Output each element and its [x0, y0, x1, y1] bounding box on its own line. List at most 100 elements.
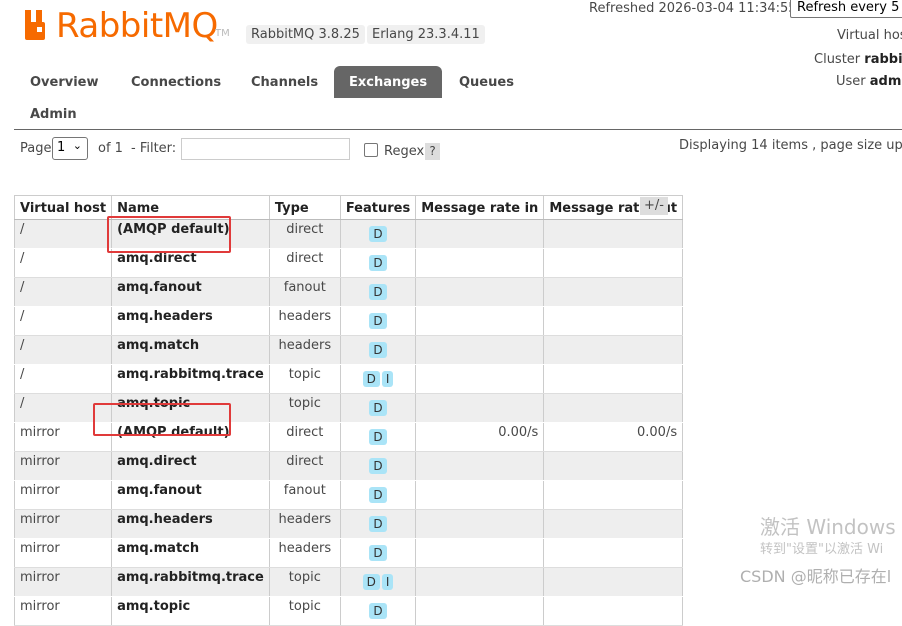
- page-count: of 1: [98, 141, 123, 156]
- rate-out-cell: [543, 567, 684, 597]
- features-cell: DI: [339, 567, 417, 597]
- table-row[interactable]: mirror amq.match headers D: [13, 538, 684, 568]
- exchange-name-link[interactable]: amq.rabbitmq.trace: [111, 364, 270, 394]
- feature-badge: D: [369, 516, 387, 532]
- feature-badge: D: [369, 429, 387, 445]
- feature-badge: D: [362, 371, 380, 387]
- regex-checkbox[interactable]: [364, 143, 378, 157]
- table-row[interactable]: mirror amq.headers headers D: [13, 509, 684, 539]
- filter-label: - Filter:: [131, 141, 177, 156]
- col-features: Features: [339, 195, 417, 220]
- exchange-name-link[interactable]: amq.headers: [111, 509, 270, 539]
- rate-out-cell: [543, 509, 684, 539]
- table-row[interactable]: mirror amq.direct direct D: [13, 451, 684, 481]
- filter-input[interactable]: [181, 138, 350, 160]
- features-cell: D: [339, 306, 417, 336]
- page-select-value: 1: [57, 140, 66, 155]
- tab-overview[interactable]: Overview: [18, 68, 111, 97]
- highlight-box: [107, 216, 231, 253]
- table-row[interactable]: mirror amq.fanout fanout D: [13, 480, 684, 510]
- tab-channels[interactable]: Channels: [239, 68, 330, 97]
- type-cell: headers: [268, 538, 341, 568]
- cluster-name: rabbit: [864, 52, 902, 67]
- rate-in-cell: [415, 277, 545, 307]
- type-cell: topic: [268, 393, 341, 423]
- exchange-name-link[interactable]: amq.direct: [111, 451, 270, 481]
- rate-in-cell: [415, 451, 545, 481]
- type-cell: topic: [268, 364, 341, 394]
- displaying-count: Displaying 14 items , page size up to: [679, 138, 902, 153]
- rate-in-cell: [415, 306, 545, 336]
- rabbitmq-version-badge: RabbitMQ 3.8.25: [246, 25, 365, 44]
- table-row[interactable]: / amq.fanout fanout D: [13, 277, 684, 307]
- vhost-cell: /: [13, 306, 113, 336]
- tab-connections[interactable]: Connections: [119, 68, 233, 97]
- rate-out-cell: [543, 596, 684, 626]
- type-cell: topic: [268, 596, 341, 626]
- exchange-name-link[interactable]: amq.match: [111, 335, 270, 365]
- type-cell: direct: [268, 451, 341, 481]
- logo-tm: TM: [215, 28, 230, 39]
- feature-badge: D: [369, 458, 387, 474]
- rate-in-cell: [415, 335, 545, 365]
- page-select[interactable]: 1 ⌄: [52, 137, 88, 160]
- feature-badge: D: [369, 226, 387, 242]
- rate-out-cell: [543, 451, 684, 481]
- rate-out-cell: [543, 480, 684, 510]
- rate-in-cell: [415, 219, 545, 249]
- tab-queues[interactable]: Queues: [447, 68, 526, 97]
- type-cell: direct: [268, 248, 341, 278]
- type-cell: headers: [268, 306, 341, 336]
- refreshed-timestamp: Refreshed 2026-03-04 11:34:55: [589, 1, 797, 16]
- vhost-cell: mirror: [13, 596, 113, 626]
- refresh-interval-select[interactable]: Refresh every 5 s: [790, 0, 902, 18]
- type-cell: fanout: [268, 277, 341, 307]
- features-cell: D: [339, 451, 417, 481]
- feature-badge: D: [369, 545, 387, 561]
- virtual-host-label: Virtual hos: [837, 28, 902, 43]
- col-virtual-host[interactable]: Virtual host: [13, 195, 113, 220]
- features-cell: D: [339, 219, 417, 249]
- table-row[interactable]: mirror amq.topic topic D: [13, 596, 684, 626]
- column-toggle-button[interactable]: +/-: [640, 197, 668, 215]
- vhost-cell: mirror: [13, 509, 113, 539]
- exchange-name-link[interactable]: amq.headers: [111, 306, 270, 336]
- rate-out-cell: [543, 277, 684, 307]
- rate-in-cell: [415, 567, 545, 597]
- tab-exchanges[interactable]: Exchanges: [334, 66, 443, 98]
- feature-badge: D: [369, 487, 387, 503]
- exchange-name-link[interactable]: amq.topic: [111, 596, 270, 626]
- rate-in-cell: [415, 538, 545, 568]
- table-row[interactable]: / amq.headers headers D: [13, 306, 684, 336]
- rate-out-cell: [543, 538, 684, 568]
- exchange-name-link[interactable]: amq.match: [111, 538, 270, 568]
- col-type[interactable]: Type: [268, 195, 341, 220]
- exchange-name-link[interactable]: amq.fanout: [111, 480, 270, 510]
- features-cell: DI: [339, 364, 417, 394]
- col-rate-in[interactable]: Message rate in: [415, 195, 545, 220]
- features-cell: D: [339, 335, 417, 365]
- exchange-name-link[interactable]: amq.rabbitmq.trace: [111, 567, 270, 597]
- features-cell: D: [339, 248, 417, 278]
- vhost-cell: /: [13, 219, 113, 249]
- exchange-name-link[interactable]: amq.fanout: [111, 277, 270, 307]
- vhost-cell: mirror: [13, 538, 113, 568]
- features-cell: D: [339, 480, 417, 510]
- user-info: User admi: [836, 74, 902, 89]
- feature-badge: D: [369, 400, 387, 416]
- table-row[interactable]: / amq.rabbitmq.trace topic D I: [13, 364, 684, 394]
- highlight-box: [93, 403, 231, 436]
- vhost-cell: mirror: [13, 480, 113, 510]
- rate-in-cell: [415, 248, 545, 278]
- type-cell: topic: [268, 567, 341, 597]
- table-row[interactable]: mirror amq.rabbitmq.trace topic D I: [13, 567, 684, 597]
- table-row[interactable]: / amq.match headers D: [13, 335, 684, 365]
- rate-in-cell: [415, 364, 545, 394]
- features-cell: D: [339, 596, 417, 626]
- rabbit-logo-icon: [25, 10, 45, 40]
- tab-admin[interactable]: Admin: [18, 100, 89, 129]
- page-label: Page: [20, 141, 52, 156]
- windows-activation-hint: 转到"设置"以激活 Wi: [760, 542, 884, 557]
- regex-help-button[interactable]: ?: [425, 143, 440, 160]
- rate-in-cell: [415, 509, 545, 539]
